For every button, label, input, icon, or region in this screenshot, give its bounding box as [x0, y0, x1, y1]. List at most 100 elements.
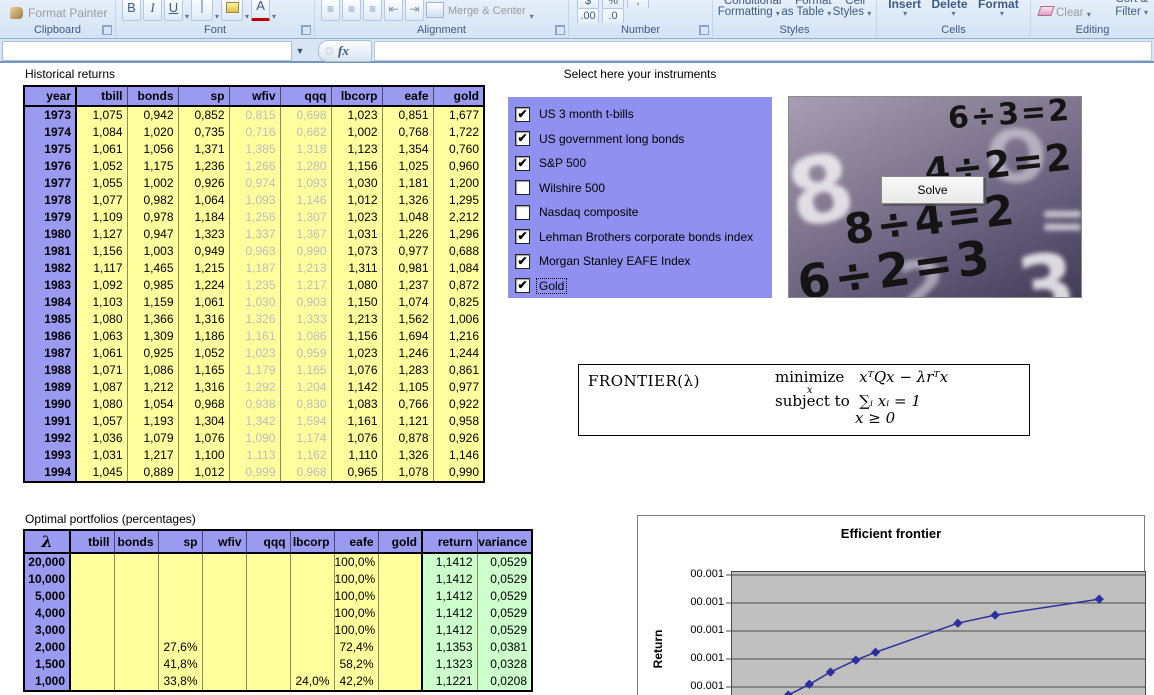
hist-value-cell[interactable]: 1,186	[178, 328, 229, 345]
hist-value-cell[interactable]: 0,985	[127, 277, 178, 294]
hist-value-cell[interactable]: 0,990	[280, 243, 331, 260]
port-weight-cell[interactable]	[246, 622, 290, 639]
hist-value-cell[interactable]: 0,825	[433, 294, 484, 311]
hist-value-cell[interactable]: 1,080	[76, 311, 127, 328]
port-weight-cell[interactable]	[378, 605, 422, 622]
port-return-cell[interactable]: 1,1412	[422, 605, 477, 622]
hist-value-cell[interactable]: 1,080	[331, 277, 382, 294]
hist-value-cell[interactable]: 1,594	[280, 413, 331, 430]
format-painter-button[interactable]: Format Painter	[0, 6, 115, 23]
port-weight-cell[interactable]	[202, 588, 246, 605]
hist-col-tbill[interactable]: tbill	[76, 86, 127, 106]
hist-value-cell[interactable]: 1,052	[76, 158, 127, 175]
hist-value-cell[interactable]: 1,087	[76, 379, 127, 396]
hist-value-cell[interactable]: 1,213	[331, 311, 382, 328]
hist-year-cell[interactable]: 1976	[24, 158, 76, 175]
hist-value-cell[interactable]: 1,213	[280, 260, 331, 277]
underline-dropdown-icon[interactable]: ▾	[185, 12, 189, 21]
hist-value-cell[interactable]: 0,977	[433, 379, 484, 396]
underline-button[interactable]: U	[164, 0, 183, 21]
hist-year-cell[interactable]: 1981	[24, 243, 76, 260]
port-col-gold[interactable]: gold	[378, 530, 422, 553]
hist-value-cell[interactable]: 1,023	[331, 345, 382, 362]
hist-year-cell[interactable]: 1975	[24, 141, 76, 158]
hist-value-cell[interactable]: 0,942	[127, 106, 178, 124]
hist-value-cell[interactable]: 0,947	[127, 226, 178, 243]
hist-value-cell[interactable]: 1,342	[229, 413, 280, 430]
port-col-eafe[interactable]: eafe	[334, 530, 378, 553]
percent-format-button[interactable]: %	[602, 0, 624, 8]
hist-year-cell[interactable]: 1980	[24, 226, 76, 243]
port-lambda-cell[interactable]: 3,000	[24, 622, 70, 639]
instrument-checkbox[interactable]	[515, 180, 530, 195]
hist-year-cell[interactable]: 1983	[24, 277, 76, 294]
hist-value-cell[interactable]: 1,113	[229, 447, 280, 464]
hist-value-cell[interactable]: 1,061	[76, 345, 127, 362]
hist-value-cell[interactable]: 1,079	[127, 430, 178, 447]
hist-year-cell[interactable]: 1979	[24, 209, 76, 226]
cell-styles-button[interactable]: Styles ▾	[833, 6, 872, 18]
borders-button[interactable]	[191, 0, 213, 21]
hist-value-cell[interactable]: 0,925	[127, 345, 178, 362]
hist-year-cell[interactable]: 1987	[24, 345, 76, 362]
port-weight-cell[interactable]: 33,8%	[158, 673, 202, 691]
hist-year-cell[interactable]: 1973	[24, 106, 76, 124]
hist-value-cell[interactable]: 1,256	[229, 209, 280, 226]
bold-button[interactable]: B	[122, 0, 141, 21]
hist-year-cell[interactable]: 1991	[24, 413, 76, 430]
port-weight-cell[interactable]	[202, 605, 246, 622]
conditional-formatting-button[interactable]: Formatting ▾	[718, 6, 780, 18]
port-col-lbcorp[interactable]: lbcorp	[290, 530, 334, 553]
hist-value-cell[interactable]: 1,092	[76, 277, 127, 294]
hist-value-cell[interactable]: 1,063	[76, 328, 127, 345]
port-weight-cell[interactable]: 24,0%	[290, 673, 334, 691]
hist-value-cell[interactable]: 1,181	[382, 175, 433, 192]
hist-value-cell[interactable]: 0,830	[280, 396, 331, 413]
instrument-checkbox[interactable]: ✔	[515, 278, 530, 293]
hist-value-cell[interactable]: 1,012	[178, 464, 229, 482]
port-weight-cell[interactable]: 27,6%	[158, 639, 202, 656]
hist-value-cell[interactable]: 1,030	[229, 294, 280, 311]
hist-value-cell[interactable]: 1,216	[433, 328, 484, 345]
port-weight-cell[interactable]: 72,4%	[334, 639, 378, 656]
port-return-cell[interactable]: 1,1412	[422, 571, 477, 588]
hist-value-cell[interactable]: 1,020	[127, 124, 178, 141]
hist-value-cell[interactable]: 1,354	[382, 141, 433, 158]
hist-value-cell[interactable]: 1,311	[331, 260, 382, 277]
align-left-button[interactable]: ≡	[321, 0, 340, 21]
hist-year-cell[interactable]: 1974	[24, 124, 76, 141]
hist-value-cell[interactable]: 1,090	[229, 430, 280, 447]
port-weight-cell[interactable]	[114, 656, 158, 673]
hist-value-cell[interactable]: 1,307	[280, 209, 331, 226]
hist-value-cell[interactable]: 0,861	[433, 362, 484, 379]
instrument-checkbox[interactable]: ✔	[515, 156, 530, 171]
hist-col-eafe[interactable]: eafe	[382, 86, 433, 106]
hist-value-cell[interactable]: 1,003	[127, 243, 178, 260]
solve-button[interactable]: Solve	[881, 176, 984, 204]
port-weight-cell[interactable]	[202, 553, 246, 571]
hist-value-cell[interactable]: 0,889	[127, 464, 178, 482]
hist-value-cell[interactable]: 1,292	[229, 379, 280, 396]
hist-value-cell[interactable]: 0,878	[382, 430, 433, 447]
hist-year-cell[interactable]: 1990	[24, 396, 76, 413]
number-dialog-launcher-icon[interactable]	[699, 25, 709, 35]
hist-value-cell[interactable]: 0,978	[127, 209, 178, 226]
hist-value-cell[interactable]: 0,968	[280, 464, 331, 482]
port-weight-cell[interactable]	[378, 553, 422, 571]
hist-value-cell[interactable]: 0,974	[229, 175, 280, 192]
hist-value-cell[interactable]: 1,061	[76, 141, 127, 158]
clear-button[interactable]: Clear ▾	[1039, 5, 1091, 19]
hist-year-cell[interactable]: 1984	[24, 294, 76, 311]
port-variance-cell[interactable]: 0,0381	[477, 639, 532, 656]
port-weight-cell[interactable]	[70, 656, 114, 673]
hist-value-cell[interactable]: 0,949	[178, 243, 229, 260]
hist-value-cell[interactable]: 0,815	[229, 106, 280, 124]
port-weight-cell[interactable]	[378, 622, 422, 639]
hist-value-cell[interactable]: 1,694	[382, 328, 433, 345]
hist-value-cell[interactable]: 0,852	[178, 106, 229, 124]
hist-value-cell[interactable]: 1,217	[127, 447, 178, 464]
port-weight-cell[interactable]	[114, 571, 158, 588]
hist-value-cell[interactable]: 1,156	[76, 243, 127, 260]
hist-value-cell[interactable]: 1,200	[433, 175, 484, 192]
port-lambda-cell[interactable]: 4,000	[24, 605, 70, 622]
